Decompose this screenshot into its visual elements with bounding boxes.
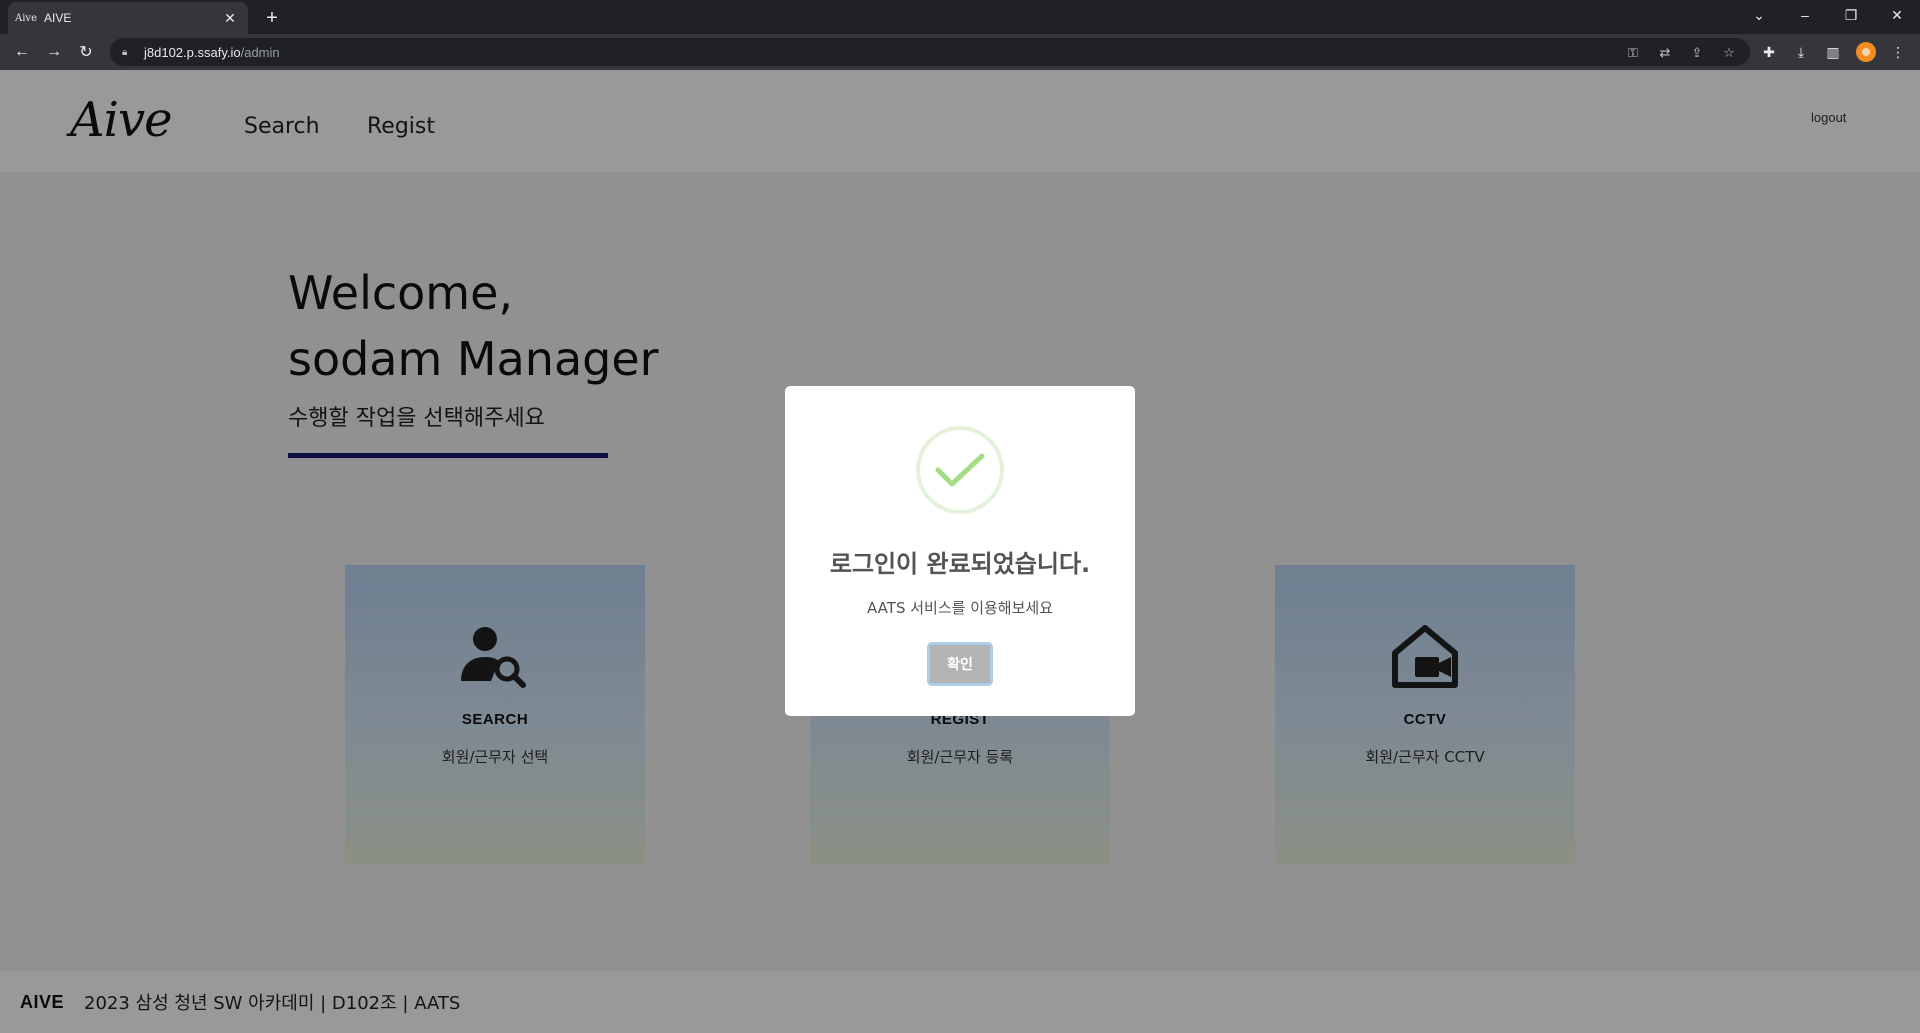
translate-icon[interactable]: ⇄ — [1656, 44, 1674, 62]
tab-search-icon[interactable]: ⌄ — [1736, 0, 1782, 30]
puzzle-icon[interactable]: ✚ — [1759, 42, 1779, 62]
browser-tabstrip: Aive AIVE ✕ + ⌄ – ❐ ✕ — [0, 0, 1920, 34]
browser-tab[interactable]: Aive AIVE ✕ — [8, 2, 248, 34]
new-tab-button[interactable]: + — [260, 6, 284, 30]
browser-toolbar: ← → ↻ 🔒︎ j8d102.p.ssafy.io/admin ⚿ ⇄ ⇪ ☆… — [0, 34, 1920, 70]
dialog-message: AATS 서비스를 이용해보세요 — [867, 599, 1053, 617]
check-success-icon — [916, 426, 1004, 514]
page-viewport: Aive Search Regist logout Welcome, sodam… — [0, 70, 1920, 1033]
login-success-dialog: 로그인이 완료되었습니다. AATS 서비스를 이용해보세요 확인 — [785, 386, 1135, 716]
star-icon[interactable]: ☆ — [1720, 44, 1738, 62]
share-icon[interactable]: ⇪ — [1688, 44, 1706, 62]
forward-button[interactable]: → — [42, 40, 66, 64]
profile-avatar[interactable] — [1856, 42, 1876, 62]
url-host: j8d102.p.ssafy.io — [144, 44, 241, 60]
confirm-button[interactable]: 확인 — [927, 642, 993, 686]
lock-icon[interactable]: 🔒︎ — [122, 46, 134, 58]
restore-button[interactable]: ❐ — [1828, 0, 1874, 30]
reload-button[interactable]: ↻ — [74, 40, 98, 64]
dialog-title: 로그인이 완료되었습니다. — [829, 550, 1091, 578]
tab-favicon-icon: Aive — [15, 12, 37, 24]
tab-title: AIVE — [44, 11, 72, 25]
tab-close-icon[interactable]: ✕ — [222, 10, 238, 26]
close-window-button[interactable]: ✕ — [1874, 0, 1920, 30]
download-icon[interactable]: ⤓ — [1791, 42, 1811, 62]
kebab-menu-icon[interactable]: ⋮ — [1888, 42, 1908, 62]
url-path: /admin — [240, 44, 280, 60]
minimize-button[interactable]: – — [1782, 0, 1828, 30]
sidepanel-icon[interactable]: ▥ — [1823, 42, 1843, 62]
checkmark-icon — [935, 453, 985, 487]
key-icon[interactable]: ⚿ — [1624, 44, 1642, 62]
back-button[interactable]: ← — [10, 40, 34, 64]
address-bar[interactable]: 🔒︎ j8d102.p.ssafy.io/admin ⚿ ⇄ ⇪ ☆ — [110, 38, 1750, 66]
